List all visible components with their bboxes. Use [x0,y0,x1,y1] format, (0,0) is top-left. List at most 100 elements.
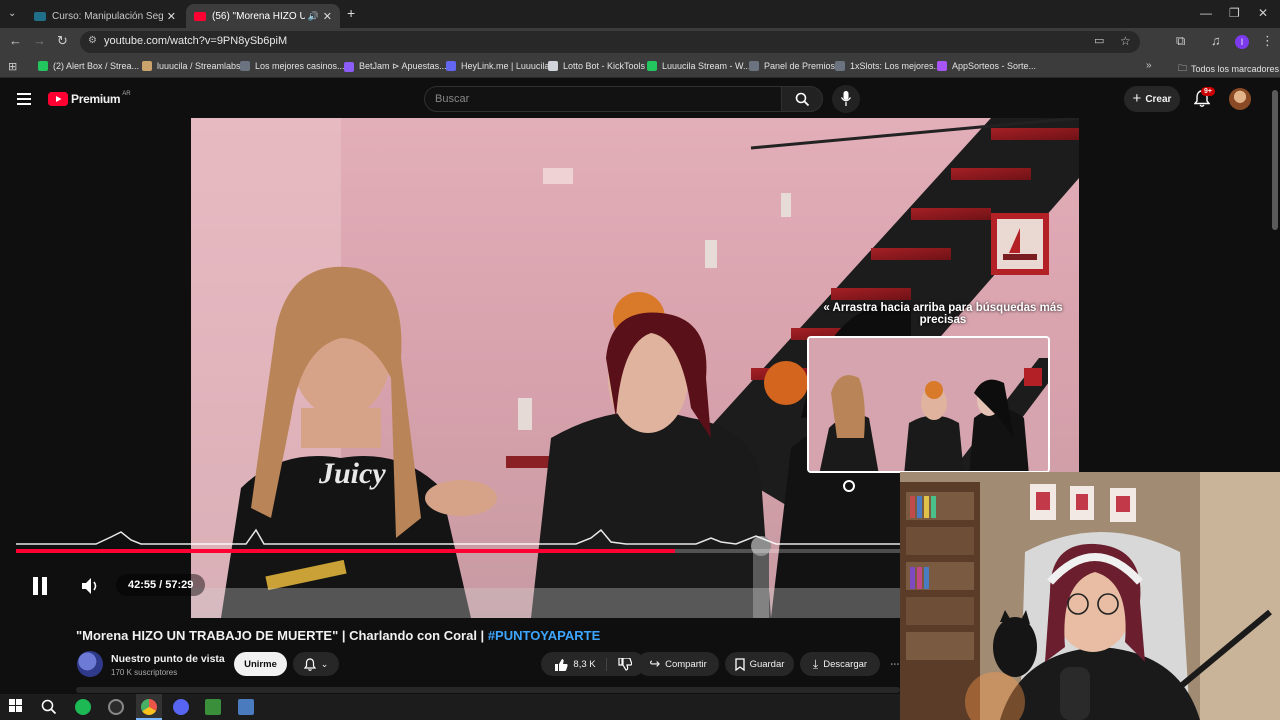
channel-name[interactable]: Nuestro punto de vista [111,653,225,665]
search-icon [795,92,810,107]
create-button[interactable]: + Crear [1124,86,1180,112]
region-code: AR [122,91,131,97]
microphone-icon [841,91,851,106]
account-avatar[interactable] [1229,88,1251,110]
minecraft-icon[interactable] [205,699,221,715]
time-total: 57:29 [165,579,194,591]
site-info-icon[interactable]: ⚙ [88,35,97,46]
back-icon[interactable]: ← [9,34,22,48]
address-bar[interactable]: ⚙ youtube.com/watch?v=9PN8ySb6piM ☆ ▭ [80,31,1140,53]
speaker-icon[interactable]: 🔊 [308,11,319,22]
close-icon[interactable]: ✕ [167,10,176,23]
profile-avatar[interactable]: I [1235,35,1249,49]
discord-icon[interactable] [173,699,189,715]
double-chevron-up-icon: « [823,302,830,314]
hamburger-menu-icon[interactable] [17,93,31,105]
tab-title: (56) "Morena HIZO UN TRA [212,10,305,22]
video-title-text: "Morena HIZO UN TRABAJO DE MUERTE" | Cha… [76,628,485,643]
plus-icon: + [1132,90,1142,107]
save-button[interactable]: Guardar [725,652,794,676]
download-icon: ⤓ [812,656,819,671]
join-button[interactable]: Unirme [234,652,287,676]
tab-course[interactable]: Curso: Manipulación Segura de ✕ [26,4,184,28]
bookmark-item[interactable]: Lotto Bot - KickTools [548,61,645,71]
search-button[interactable] [781,86,823,112]
apps-grid-icon[interactable]: ⊞ [8,60,17,73]
bookmark-item[interactable]: Luuucila Stream - W... [647,61,751,71]
preview-frame-image [809,338,1048,471]
menu-kebab-icon[interactable]: ⋮ [1261,34,1274,48]
cast-icon[interactable]: ▭ [1094,34,1104,47]
bookmark-favicon-icon [446,61,456,71]
bookmark-item[interactable]: luuucila / Streamlabs [142,61,241,71]
channel-avatar[interactable] [77,651,103,677]
bookmark-star-icon[interactable]: ☆ [1120,34,1131,48]
pause-icon[interactable] [32,577,48,595]
bell-icon [303,657,316,671]
bookmark-favicon-icon [548,61,558,71]
bookmark-icon [734,657,745,671]
description-box-edge [76,687,900,693]
bookmark-label: BetJam ⊳ Apuestas... [359,61,447,71]
more-horizontal-icon: ⋯ [890,658,900,670]
save-label: Guardar [749,658,785,670]
bookmark-label: HeyLink.me | Luuucila [461,61,550,71]
reload-icon[interactable]: ↻ [57,34,68,48]
subscriber-count: 170 K suscriptores [111,668,178,677]
bookmark-item[interactable]: BetJam ⊳ Apuestas... [344,61,447,72]
youtube-header: Premium AR Buscar + Crear 9+ [0,80,1280,118]
download-button[interactable]: ⤓ Descargar [800,652,880,676]
dislike-button[interactable] [612,657,632,671]
taskbar-search-icon[interactable] [41,699,57,715]
spotify-icon[interactable] [75,699,91,715]
notifications-button[interactable]: 9+ [1194,87,1215,108]
all-bookmarks-folder[interactable]: 🗀 Todos los marcadores [1178,61,1279,77]
tab-youtube-video[interactable]: (56) "Morena HIZO UN TRA 🔊 ✕ [186,4,340,28]
windows-start-icon[interactable] [9,699,25,715]
chevron-down-icon: ⌄ [320,658,329,669]
restore-icon[interactable]: ❐ [1229,6,1240,20]
obs-icon[interactable] [108,699,124,715]
hashtag-link[interactable]: #PUNTOYAPARTE [488,628,600,643]
bookmarks-bar: ⊞ (2) Alert Box / Strea... luuucila / St… [0,56,1280,78]
search-placeholder: Buscar [435,93,470,105]
share-button[interactable]: ↪ Compartir [637,652,719,676]
volume-icon[interactable] [82,578,100,594]
drag-search-hint: « Arrastra hacia arriba para búsquedas m… [813,302,1073,326]
bookmark-label: Luuucila Stream - W... [662,61,751,71]
bookmark-item[interactable]: 1xSlots: Los mejores... [835,61,941,71]
thumbs-up-icon [555,658,569,671]
calculator-icon[interactable] [238,699,254,715]
page-scrollbar[interactable] [1272,90,1278,230]
media-icon[interactable]: ♫ [1211,34,1221,48]
thumbs-down-icon [617,657,632,671]
minimize-icon[interactable]: — [1200,6,1212,20]
youtube-logo[interactable]: Premium AR [48,91,131,106]
bookmark-item[interactable]: AppSorteos - Sorte... [937,61,1036,71]
subscription-bell-button[interactable]: ⌄ [293,652,339,676]
extensions-icon[interactable]: ⧉ [1176,34,1185,48]
time-separator: / [159,579,163,591]
forward-icon[interactable]: → [33,34,46,48]
voice-search-button[interactable] [832,85,860,113]
youtube-favicon-icon [194,11,206,21]
bookmark-label: AppSorteos - Sorte... [952,61,1037,71]
create-label: Crear [1145,93,1172,105]
bookmark-item[interactable]: Panel de Premios [749,61,835,71]
search-input[interactable]: Buscar [424,86,782,112]
bookmark-item[interactable]: Los mejores casinos... [240,61,345,71]
close-icon[interactable]: ✕ [323,10,332,23]
bookmark-favicon-icon [240,61,250,71]
new-tab-button[interactable]: + [347,5,355,21]
windows-taskbar [0,694,900,720]
close-window-icon[interactable]: ✕ [1258,6,1268,20]
bookmark-item[interactable]: (2) Alert Box / Strea... [38,61,139,71]
share-arrow-icon: ↪ [649,656,661,671]
like-button[interactable]: 8,3 K [554,657,607,671]
bookmark-item[interactable]: HeyLink.me | Luuucila [446,61,549,71]
webcam-overlay [900,472,1280,720]
bookmark-favicon-icon [835,61,845,71]
browser-tab-strip: ⌄ Curso: Manipulación Segura de ✕ (56) "… [0,0,1280,28]
more-bookmarks-icon[interactable]: » [1146,60,1152,71]
tab-search-icon[interactable]: ⌄ [8,8,16,19]
